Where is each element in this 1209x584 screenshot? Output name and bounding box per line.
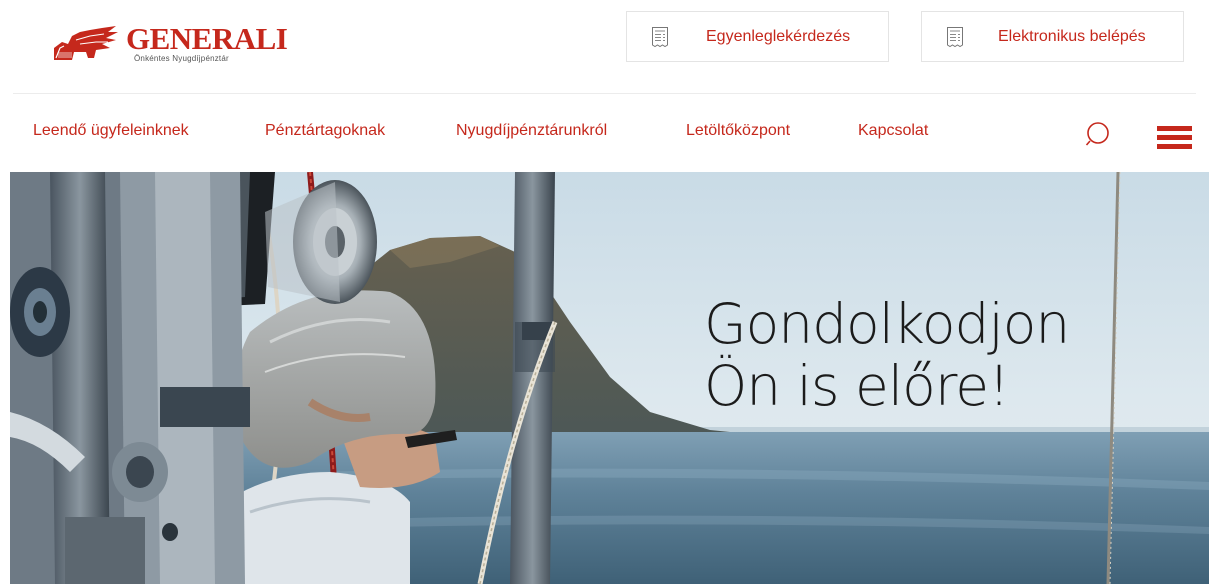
nav-item-fund-members[interactable]: Pénztártagoknak [265,121,385,141]
brand-subtitle: Önkéntes Nyugdíjpénztár [134,54,229,63]
balance-query-label: Egyenleglekérdezés [706,28,851,45]
document-icon [947,27,963,48]
header-divider [13,93,1196,94]
electronic-login-button[interactable]: Elektronikus belépés [921,11,1184,62]
brand-name: GENERALI [126,21,288,56]
generali-logo[interactable]: GENERALI Önkéntes Nyugdíjpénztár [50,18,290,68]
nav-item-about-fund[interactable]: Nyugdíjpénztárunkról [456,121,607,141]
document-icon [652,27,668,48]
balance-query-button[interactable]: Egyenleglekérdezés [626,11,889,62]
hamburger-menu-icon[interactable] [1157,126,1192,149]
hero-headline: Gondolkodjon Ön is előre! [704,292,1070,418]
electronic-login-label: Elektronikus belépés [998,28,1146,45]
nav-item-prospective-clients[interactable]: Leendő ügyfeleinknek [33,121,189,141]
menu-bar [1157,135,1192,140]
hero-headline-line1: Gondolkodjon [704,292,1070,356]
search-icon[interactable] [1085,121,1113,149]
menu-bar [1157,144,1192,149]
generali-lion-icon [54,26,118,60]
nav-item-download-center[interactable]: Letöltőközpont [686,121,790,141]
nav-item-contact[interactable]: Kapcsolat [858,121,928,141]
menu-bar [1157,126,1192,131]
hero-banner: Gondolkodjon Ön is előre! [10,172,1209,584]
hero-headline-line2: Ön is előre! [704,354,1010,418]
